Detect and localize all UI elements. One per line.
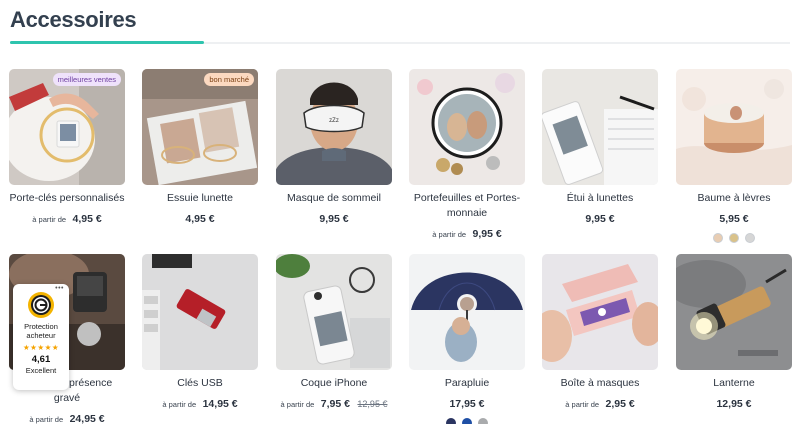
mask-box-photo[interactable] — [542, 254, 658, 370]
product-price: 4,95 € — [185, 213, 215, 225]
price-from-label: à partir de — [162, 400, 197, 409]
color-swatches — [409, 418, 525, 424]
product-card[interactable]: meilleures ventes Porte-clés personnalis… — [9, 69, 125, 227]
usb-stick-photo[interactable] — [142, 254, 258, 370]
product-name[interactable]: Boîte à masques — [542, 376, 658, 391]
price-from-label: à partir de — [280, 400, 315, 409]
product-price: 24,95 € — [69, 413, 105, 424]
color-swatch[interactable] — [462, 418, 472, 424]
glasses-case-photo[interactable] — [542, 69, 658, 185]
product-card[interactable]: Clés USB à partir de 14,95 € — [142, 254, 258, 412]
color-swatches — [676, 233, 792, 243]
product-name[interactable]: Essuie lunette — [142, 191, 258, 206]
product-price: 4,95 € — [72, 213, 102, 225]
product-price-row: à partir de 4,95 € — [9, 209, 125, 227]
product-price-row: 9,95 € — [542, 209, 658, 227]
product-card[interactable]: Boîte à masques à partir de 2,95 € — [542, 254, 658, 412]
color-swatch[interactable] — [729, 233, 739, 243]
product-price-row: à partir de 14,95 € — [142, 394, 258, 412]
product-price: 7,95 € — [320, 398, 350, 410]
product-price-row: à partir de 24,95 € — [9, 409, 125, 424]
lip-balm-photo[interactable] — [676, 69, 792, 185]
product-card[interactable]: Parapluie 17,95 € — [409, 254, 525, 424]
product-price: 17,95 € — [449, 398, 485, 410]
product-price: 9,95 € — [585, 213, 615, 225]
trust-rating-word: Excellent — [25, 366, 57, 375]
trust-badge-menu[interactable]: ••• — [55, 285, 64, 292]
trust-seal-icon — [27, 291, 55, 319]
color-swatch[interactable] — [478, 418, 488, 424]
trust-score: 4,61 — [31, 354, 51, 365]
product-name[interactable]: Lanterne — [676, 376, 792, 391]
product-price-row: 4,95 € — [142, 209, 258, 227]
product-card[interactable]: Baume à lèvres 5,95 € — [676, 69, 792, 243]
price-from-label: à partir de — [29, 415, 64, 424]
product-price-row: 12,95 € — [676, 394, 792, 412]
best-seller-badge: meilleures ventes — [52, 73, 121, 86]
product-price-row: à partir de 7,95 € 12,95 € — [276, 394, 392, 412]
trust-badge-label: Protection acheteur — [24, 322, 58, 340]
phone-case-photo[interactable] — [276, 254, 392, 370]
price-from-label: à partir de — [32, 215, 67, 224]
product-price: 12,95 € — [716, 398, 752, 410]
product-price-row: 17,95 € — [409, 394, 525, 412]
cheap-badge: bon marché — [204, 73, 254, 86]
product-card[interactable]: Portefeuilles et Portes-monnaie à partir… — [409, 69, 525, 242]
svg-text:zZz: zZz — [329, 118, 339, 124]
color-swatch[interactable] — [446, 418, 456, 424]
lens-cloth-photo[interactable]: bon marché — [142, 69, 258, 185]
product-price-row: 9,95 € — [276, 209, 392, 227]
product-name[interactable]: Étui à lunettes — [542, 191, 658, 206]
product-card[interactable]: Étui à lunettes 9,95 € — [542, 69, 658, 227]
product-price-row: à partir de 2,95 € — [542, 394, 658, 412]
product-price-row: à partir de 9,95 € — [409, 224, 525, 242]
old-price: 12,95 € — [357, 399, 388, 409]
section-title: Accessoires — [10, 7, 137, 32]
price-from-label: à partir de — [565, 400, 600, 409]
rating-stars-icon: ★★★★★ — [22, 343, 60, 352]
umbrella-photo[interactable] — [409, 254, 525, 370]
color-swatch[interactable] — [745, 233, 755, 243]
product-card[interactable]: Lanterne 12,95 € — [676, 254, 792, 412]
trust-badge[interactable]: ••• Protection acheteur ★★★★★ 4,61 Excel… — [13, 284, 69, 390]
keychain-photo[interactable]: meilleures ventes — [9, 69, 125, 185]
product-name[interactable]: Parapluie — [409, 376, 525, 391]
product-card[interactable]: Coque iPhone à partir de 7,95 € 12,95 € — [276, 254, 392, 412]
product-card[interactable]: bon marché Essuie lunette 4,95 € — [142, 69, 258, 227]
product-name[interactable]: Baume à lèvres — [676, 191, 792, 206]
flashlight-photo[interactable] — [676, 254, 792, 370]
color-swatch[interactable] — [713, 233, 723, 243]
product-price: 9,95 € — [319, 213, 349, 225]
product-name[interactable]: Porte-clés personnalisés — [9, 191, 125, 206]
product-name[interactable]: Masque de sommeil — [276, 191, 392, 206]
product-name[interactable]: Coque iPhone — [276, 376, 392, 391]
coin-purse-photo[interactable] — [409, 69, 525, 185]
product-card[interactable]: zZz Masque de sommeil 9,95 € — [276, 69, 392, 227]
product-name[interactable]: Portefeuilles et Portes-monnaie — [409, 191, 525, 221]
product-price-row: 5,95 € — [676, 209, 792, 227]
title-accent-underline — [10, 41, 204, 44]
product-name[interactable]: Clés USB — [142, 376, 258, 391]
product-price: 2,95 € — [605, 398, 635, 410]
product-price: 9,95 € — [472, 228, 502, 240]
product-price: 14,95 € — [202, 398, 238, 410]
sleep-mask-photo[interactable]: zZz — [276, 69, 392, 185]
price-from-label: à partir de — [432, 230, 467, 239]
product-price: 5,95 € — [719, 213, 749, 225]
